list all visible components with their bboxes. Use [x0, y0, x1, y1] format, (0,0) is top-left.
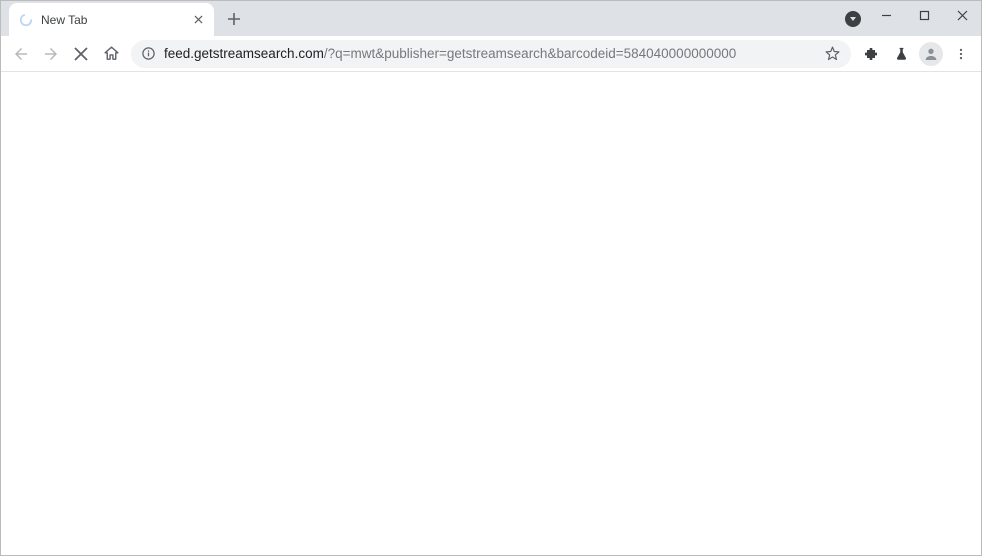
bookmark-star-icon[interactable]	[824, 45, 841, 62]
site-info-icon[interactable]	[141, 46, 156, 61]
window-controls	[867, 1, 981, 29]
stop-reload-button[interactable]	[67, 40, 95, 68]
close-window-button[interactable]	[943, 1, 981, 29]
toolbar: feed.getstreamsearch.com/?q=mwt&publishe…	[1, 36, 981, 72]
browser-tab[interactable]: New Tab	[9, 3, 214, 36]
caption-indicator-icon[interactable]	[845, 1, 861, 36]
forward-button[interactable]	[37, 40, 65, 68]
profile-button[interactable]	[917, 40, 945, 68]
menu-button[interactable]	[947, 40, 975, 68]
extensions-icon[interactable]	[857, 40, 885, 68]
url-domain: feed.getstreamsearch.com	[164, 46, 324, 61]
url-path: /?q=mwt&publisher=getstreamsearch&barcod…	[324, 46, 736, 61]
tab-title: New Tab	[41, 13, 190, 27]
minimize-button[interactable]	[867, 1, 905, 29]
new-tab-button[interactable]	[220, 5, 248, 33]
url-text: feed.getstreamsearch.com/?q=mwt&publishe…	[164, 46, 816, 61]
address-bar[interactable]: feed.getstreamsearch.com/?q=mwt&publishe…	[131, 40, 851, 68]
labs-icon[interactable]	[887, 40, 915, 68]
title-bar: New Tab	[1, 1, 981, 36]
home-button[interactable]	[97, 40, 125, 68]
toolbar-right	[857, 40, 975, 68]
page-content	[1, 72, 981, 555]
back-button[interactable]	[7, 40, 35, 68]
maximize-button[interactable]	[905, 1, 943, 29]
loading-spinner-icon	[19, 13, 33, 27]
avatar-icon	[919, 42, 943, 66]
close-tab-button[interactable]	[190, 12, 206, 28]
